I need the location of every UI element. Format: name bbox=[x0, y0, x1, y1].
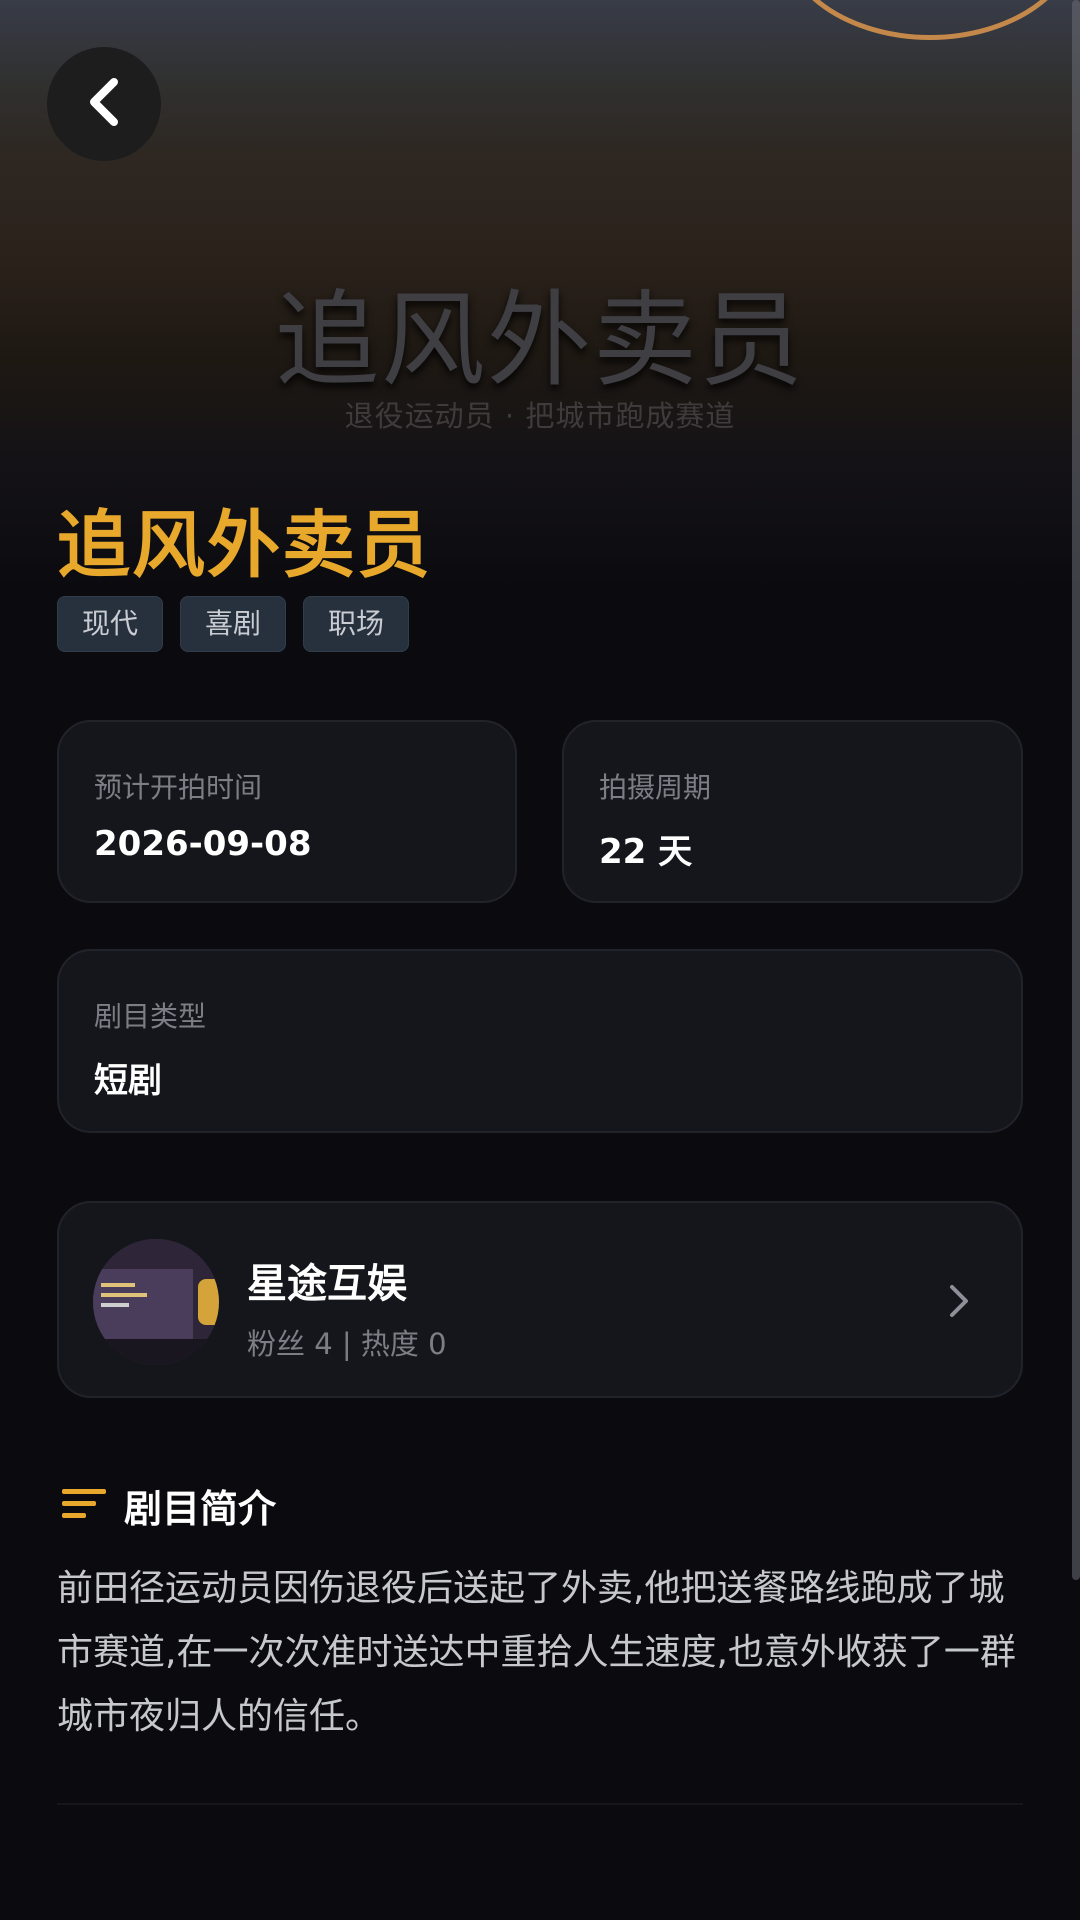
synopsis-heading: 剧目简介 bbox=[124, 1487, 277, 1531]
chevron-left-icon bbox=[84, 74, 124, 134]
tag: 现代 bbox=[57, 596, 164, 652]
divider bbox=[57, 1803, 1023, 1805]
back-button[interactable] bbox=[47, 47, 161, 161]
scrollbar[interactable] bbox=[1072, 0, 1080, 1580]
studio-avatar bbox=[93, 1239, 219, 1365]
hero-subtitle: 退役运动员 · 把城市跑成赛道 bbox=[344, 399, 736, 433]
genre-card: 剧目类型 短剧 bbox=[57, 949, 1023, 1133]
show-title: 追风外卖员 bbox=[57, 503, 432, 588]
show-detail-page: 追风外卖员 退役运动员 · 把城市跑成赛道 追风外卖员 现代 喜剧 职场 预计开… bbox=[0, 0, 1080, 1920]
genre-value: 短剧 bbox=[94, 1061, 162, 1101]
hero-decoration-ring bbox=[780, 0, 1080, 40]
hero-title: 追风外卖员 bbox=[274, 279, 805, 401]
start-date-value: 2026-09-08 bbox=[94, 824, 312, 864]
studio-name: 星途互娱 bbox=[247, 1261, 407, 1307]
text-lines-icon bbox=[62, 1487, 106, 1525]
synopsis-header: 剧目简介 bbox=[62, 1478, 276, 1533]
tag: 喜剧 bbox=[180, 596, 287, 652]
shooting-period-value: 22 天 bbox=[599, 832, 693, 872]
shooting-period-card: 拍摄周期 22 天 bbox=[562, 720, 1023, 903]
start-date-card: 预计开拍时间 2026-09-08 bbox=[57, 720, 517, 903]
chevron-right-icon bbox=[947, 1281, 971, 1325]
studio-card[interactable]: 星途互娱 粉丝 4 | 热度 0 bbox=[57, 1201, 1023, 1398]
hero-banner: 追风外卖员 退役运动员 · 把城市跑成赛道 bbox=[0, 0, 1080, 700]
tag-list: 现代 喜剧 职场 bbox=[57, 596, 410, 652]
studio-stats: 粉丝 4 | 热度 0 bbox=[247, 1327, 447, 1361]
start-date-label: 预计开拍时间 bbox=[94, 771, 263, 804]
genre-label: 剧目类型 bbox=[94, 1000, 207, 1033]
tag: 职场 bbox=[303, 596, 410, 652]
shooting-period-label: 拍摄周期 bbox=[599, 771, 712, 804]
synopsis-text: 前田径运动员因伤退役后送起了外卖,他把送餐路线跑成了城市赛道,在一次次准时送达中… bbox=[57, 1568, 1016, 1737]
